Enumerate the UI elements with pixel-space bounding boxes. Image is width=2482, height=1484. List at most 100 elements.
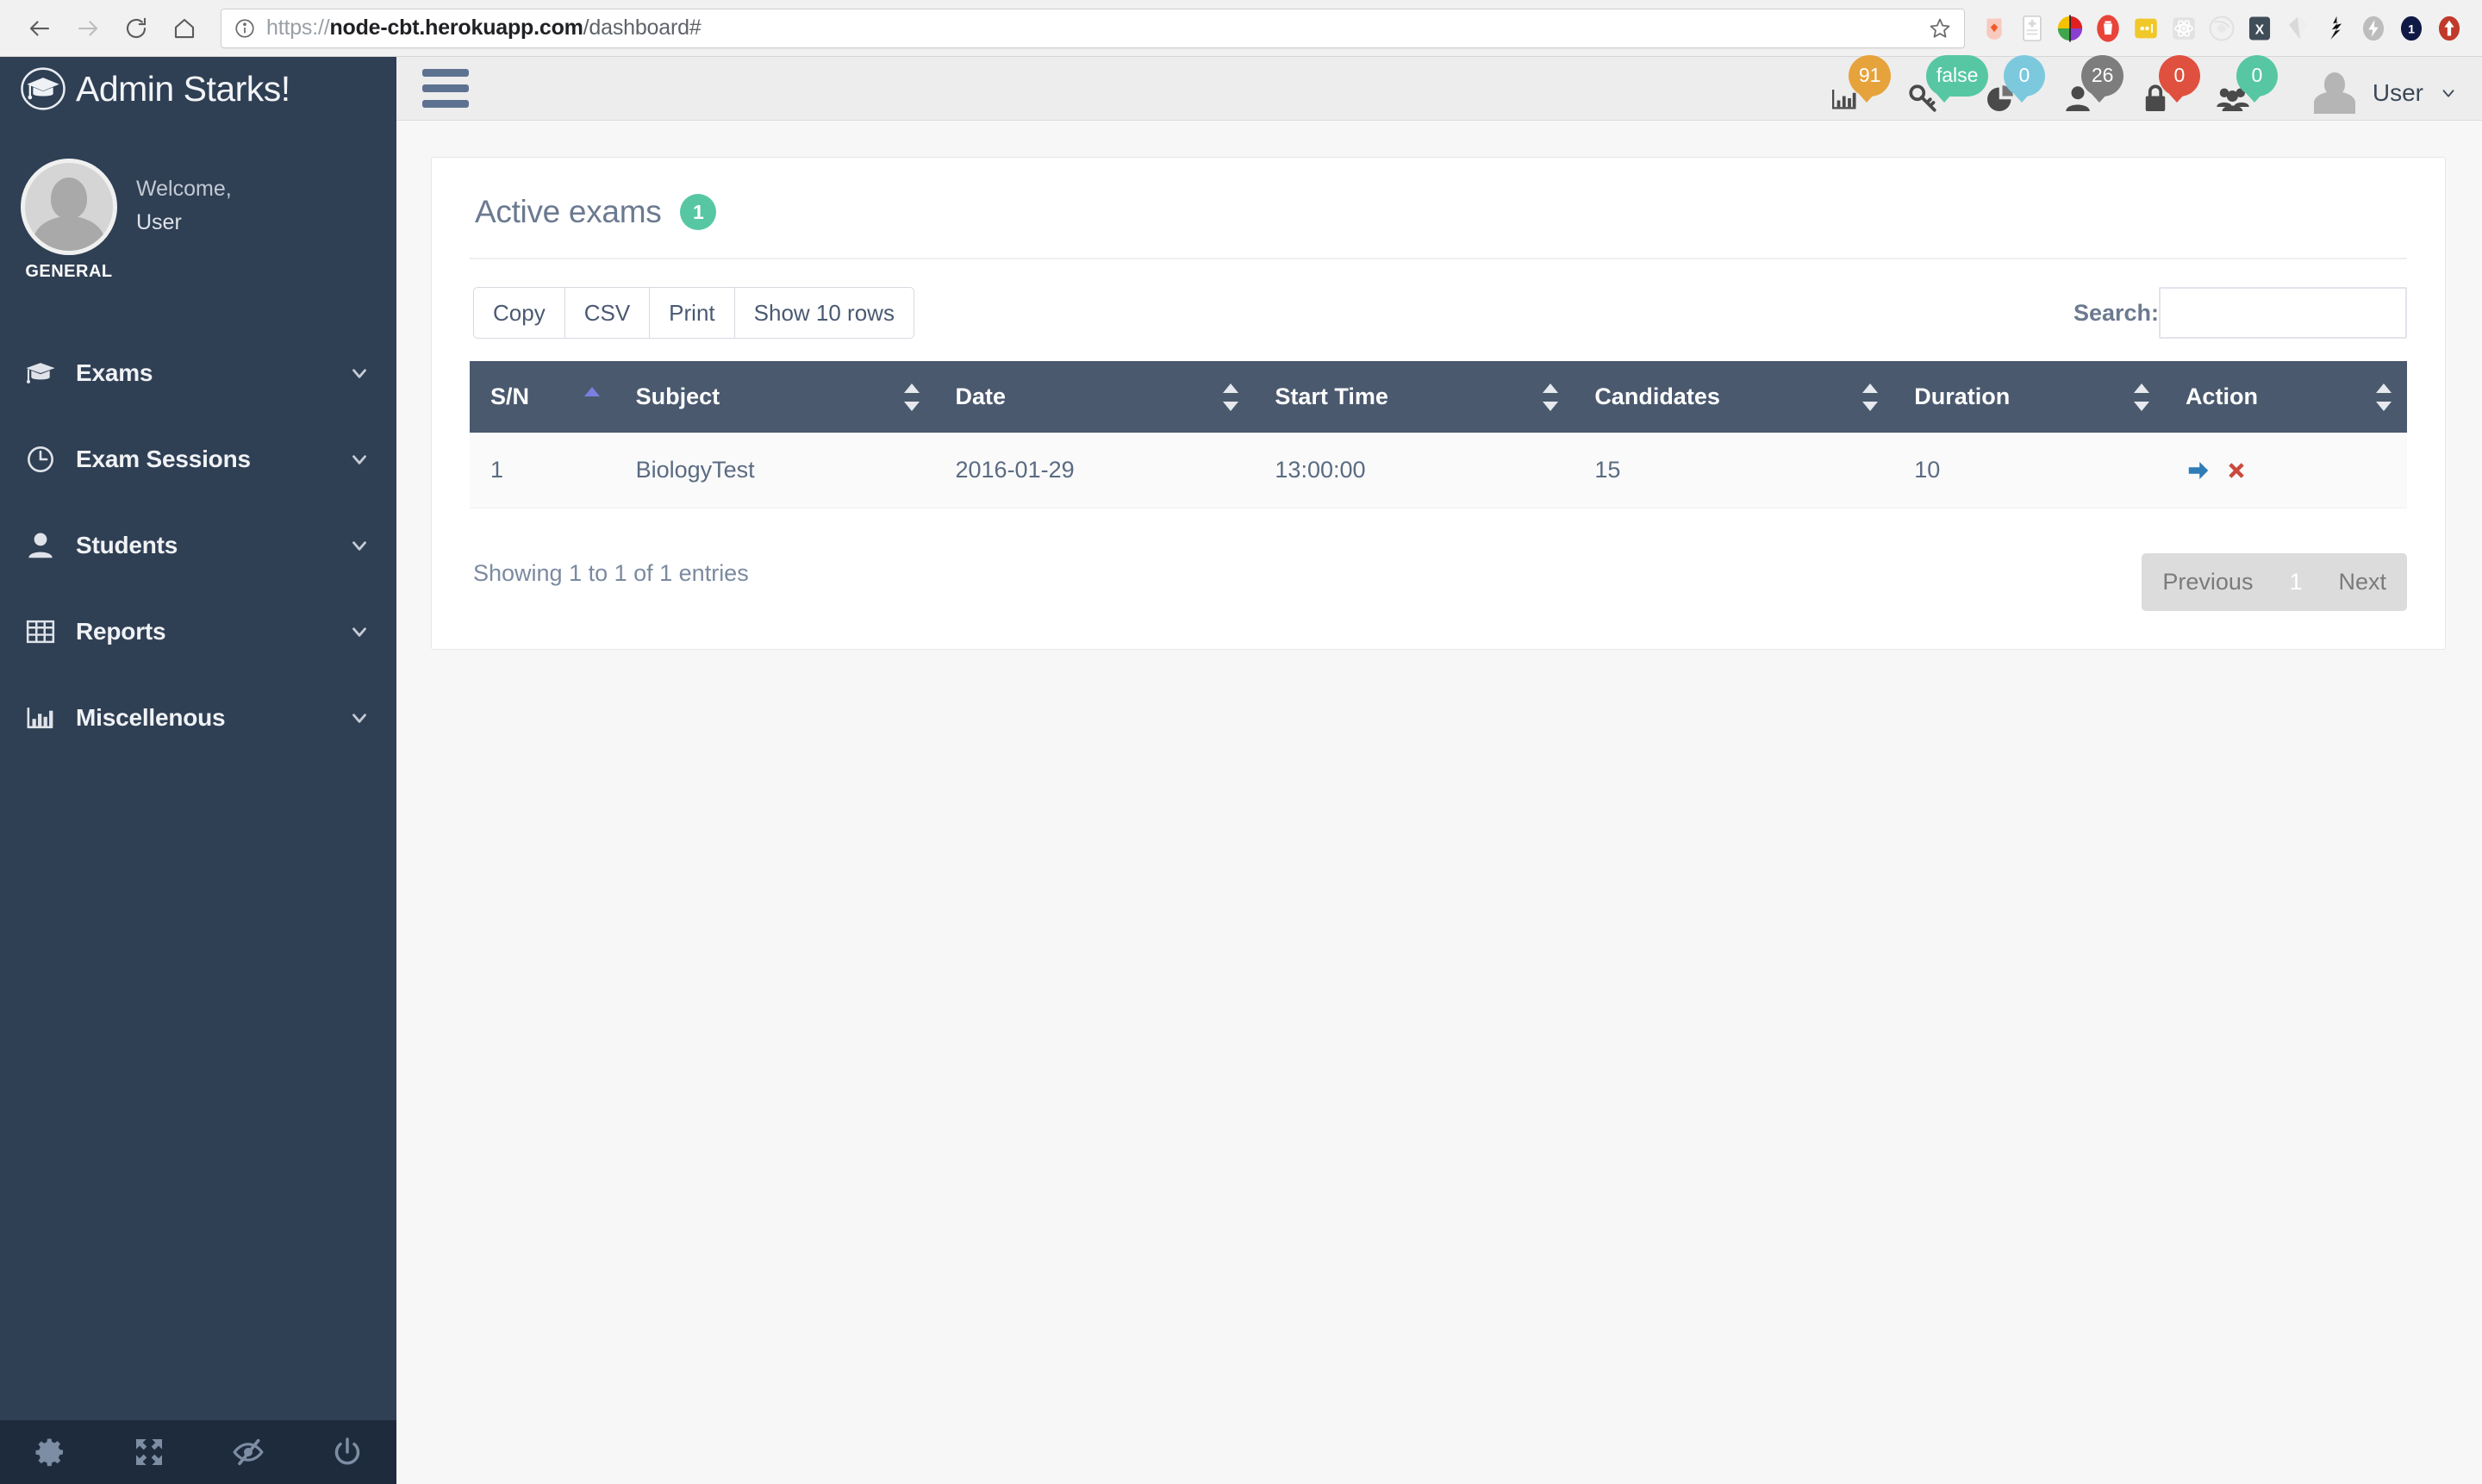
- avatar-wrapper: GENERAL: [21, 159, 117, 282]
- col-duration-label: Duration: [1914, 383, 2010, 409]
- extension-upload-arrow-icon[interactable]: [2432, 11, 2466, 46]
- sort-asc-icon[interactable]: [584, 383, 600, 411]
- chevron-down-icon: [348, 448, 371, 471]
- main-area: 91 false 0 26 0: [396, 57, 2482, 1484]
- user-badge-count: 26: [2081, 55, 2124, 97]
- lightning-icon: [2359, 14, 2388, 43]
- print-button[interactable]: Print: [649, 287, 734, 339]
- hamburger-bar: [422, 69, 469, 77]
- hamburger-bar: [422, 100, 469, 108]
- table-row[interactable]: 1 BiologyTest 2016-01-29 13:00:00 15 10: [470, 433, 2407, 508]
- sidebar-item-exam-sessions[interactable]: Exam Sessions: [0, 416, 396, 502]
- sidebar-item-students[interactable]: Students: [0, 502, 396, 589]
- extension-one-badge-icon[interactable]: 1: [2394, 11, 2429, 46]
- group-badge-button[interactable]: 0: [2211, 62, 2285, 115]
- arrow-right-icon[interactable]: [2186, 458, 2211, 483]
- extension-ninja-icon[interactable]: [2318, 11, 2353, 46]
- col-sn[interactable]: S/N: [470, 361, 615, 433]
- sidebar-item-label: Students: [76, 532, 178, 559]
- extension-dots-icon[interactable]: [2129, 11, 2163, 46]
- chevron-down-icon: [348, 534, 371, 557]
- extension-redux-devtools-icon[interactable]: [2204, 11, 2239, 46]
- brand-header[interactable]: Admin Starks!: [0, 57, 396, 121]
- graduation-cap-icon: [19, 65, 67, 113]
- sort-icon[interactable]: [1543, 383, 1558, 411]
- sidebar-nav: Exams Exam Sessions Students: [0, 330, 396, 761]
- user-menu-button[interactable]: User: [2312, 71, 2458, 115]
- extension-react-devtools-icon[interactable]: [2167, 11, 2201, 46]
- pagination-previous[interactable]: Previous: [2142, 553, 2273, 611]
- chevron-down-icon: [348, 707, 371, 729]
- col-start-time[interactable]: Start Time: [1254, 361, 1574, 433]
- home-button[interactable]: [160, 4, 209, 53]
- sidebar-item-label: Exam Sessions: [76, 446, 251, 473]
- sidebar-item-exams[interactable]: Exams: [0, 330, 396, 416]
- col-subject[interactable]: Subject: [615, 361, 935, 433]
- col-action[interactable]: Action: [2165, 361, 2407, 433]
- reload-icon: [123, 16, 149, 41]
- hamburger-menu-icon[interactable]: [422, 69, 469, 108]
- rows-per-page-button[interactable]: Show 10 rows: [734, 287, 914, 339]
- extension-ruby-icon[interactable]: [2280, 11, 2315, 46]
- col-candidates[interactable]: Candidates: [1574, 361, 1893, 433]
- graduation-cap-icon: [24, 357, 57, 390]
- content-area: Active exams 1 Copy CSV Print Show 10 ro…: [396, 121, 2482, 1484]
- sort-icon[interactable]: [2134, 383, 2149, 411]
- status-badge: 1: [680, 194, 716, 230]
- expand-icon: [132, 1435, 166, 1469]
- lock-badge-count: 0: [2159, 55, 2200, 97]
- brand-title: Admin Starks!: [76, 69, 290, 109]
- search-input[interactable]: [2159, 287, 2407, 339]
- extension-color-wheel-icon[interactable]: [2053, 11, 2087, 46]
- lock-badge-button[interactable]: 0: [2133, 62, 2207, 115]
- bookmark-star-icon[interactable]: [1928, 16, 1952, 41]
- stats-badge-button[interactable]: 91: [1823, 62, 1897, 115]
- copy-button[interactable]: Copy: [473, 287, 565, 339]
- hide-button[interactable]: [198, 1435, 297, 1469]
- ruby-icon: [2283, 14, 2312, 43]
- col-duration[interactable]: Duration: [1893, 361, 2165, 433]
- avatar-head: [51, 178, 87, 219]
- user-badge-button[interactable]: 26: [2055, 62, 2130, 115]
- sort-icon[interactable]: [2376, 383, 2392, 411]
- pagination-page-1[interactable]: 1: [2273, 553, 2317, 611]
- extension-lightning-icon[interactable]: [2356, 11, 2391, 46]
- extension-form-filler-icon[interactable]: [2015, 11, 2049, 46]
- pie-badge-button[interactable]: 0: [1978, 62, 2052, 115]
- upload-arrow-icon: [2435, 14, 2464, 43]
- extension-delete-cookies-icon[interactable]: [2091, 11, 2125, 46]
- topbar: 91 false 0 26 0: [396, 57, 2482, 121]
- col-date[interactable]: Date: [935, 361, 1255, 433]
- csv-button[interactable]: CSV: [564, 287, 650, 339]
- cell-subject: BiologyTest: [615, 433, 935, 508]
- reload-button[interactable]: [112, 4, 160, 53]
- close-x-icon[interactable]: [2223, 458, 2249, 483]
- active-exams-card: Active exams 1 Copy CSV Print Show 10 ro…: [431, 157, 2446, 650]
- sidebar-footer: [0, 1420, 396, 1484]
- cell-duration: 10: [1893, 433, 2165, 508]
- extension-honey-icon[interactable]: [1977, 11, 2011, 46]
- react-devtools-icon: [2169, 14, 2198, 43]
- pagination-next[interactable]: Next: [2317, 553, 2407, 611]
- sort-icon[interactable]: [904, 383, 920, 411]
- sidebar-item-reports[interactable]: Reports: [0, 589, 396, 675]
- ninja-icon: [2321, 14, 2350, 43]
- svg-text:1: 1: [2408, 22, 2415, 36]
- avatar[interactable]: [21, 159, 117, 255]
- color-wheel-icon: [2055, 14, 2085, 43]
- logout-button[interactable]: [297, 1435, 396, 1469]
- back-button[interactable]: [16, 4, 64, 53]
- sort-icon[interactable]: [1223, 383, 1238, 411]
- address-bar[interactable]: https://node-cbt.herokuapp.com/dashboard…: [221, 9, 1965, 48]
- fullscreen-button[interactable]: [99, 1435, 198, 1469]
- sidebar-item-label: Miscellenous: [76, 704, 225, 732]
- sort-icon[interactable]: [1862, 383, 1878, 411]
- sidebar-item-miscellenous[interactable]: Miscellenous: [0, 675, 396, 761]
- app-shell: Admin Starks! GENERAL Welcome, User Exam…: [0, 57, 2482, 1484]
- site-info-icon[interactable]: [234, 17, 256, 40]
- settings-button[interactable]: [0, 1435, 99, 1469]
- gear-icon: [33, 1435, 67, 1469]
- key-badge-button[interactable]: false: [1900, 62, 1974, 115]
- extension-x-icon[interactable]: X: [2242, 11, 2277, 46]
- forward-button[interactable]: [64, 4, 112, 53]
